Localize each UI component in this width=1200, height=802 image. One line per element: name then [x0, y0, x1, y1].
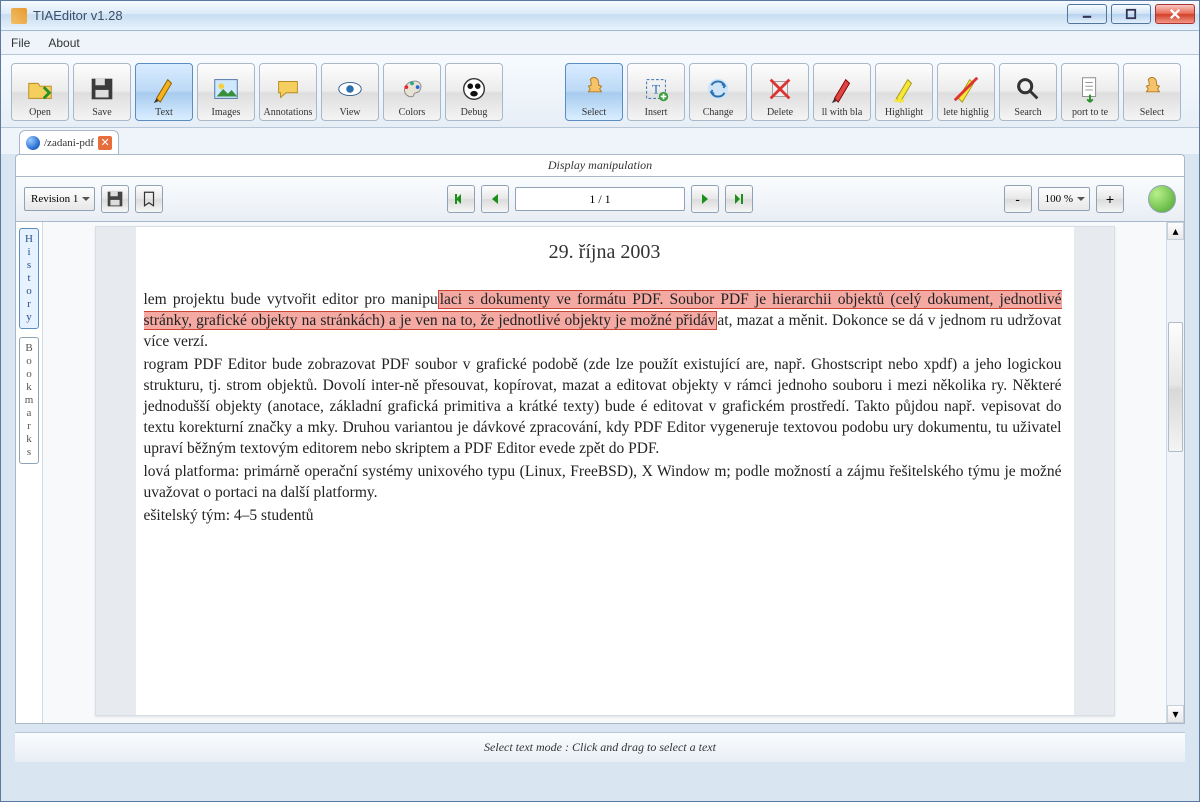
- images-button[interactable]: Images: [197, 63, 255, 121]
- sidebar-tab-bookmarks[interactable]: Bookmarks: [19, 337, 39, 464]
- page-body[interactable]: lem projektu bude vytvořit editor pro ma…: [144, 289, 1062, 528]
- change-button[interactable]: Change: [689, 63, 747, 121]
- toolbar-row: OpenSaveTextImagesAnnotationsViewColorsD…: [1, 55, 1199, 128]
- zoom-combo[interactable]: 100 %: [1038, 187, 1090, 211]
- images-icon: [210, 73, 242, 105]
- first-page-button[interactable]: [447, 185, 475, 213]
- tab-label: /zadani-pdf: [44, 137, 94, 149]
- next-page-button[interactable]: [691, 185, 719, 213]
- help-button[interactable]: [1148, 185, 1176, 213]
- fillwithblank-icon: [826, 73, 858, 105]
- search-icon: [1012, 73, 1044, 105]
- save-icon: [86, 73, 118, 105]
- exporttotext-button[interactable]: port to te: [1061, 63, 1119, 121]
- window-title: TIAEditor v1.28: [33, 8, 123, 23]
- maximize-button[interactable]: [1111, 4, 1151, 24]
- debug-button[interactable]: Debug: [445, 63, 503, 121]
- control-strip: Revision 1 1 / 1 - 100 % +: [15, 176, 1185, 222]
- annotations-icon: [272, 73, 304, 105]
- last-page-button[interactable]: [725, 185, 753, 213]
- status-bar: Select text mode : Click and drag to sel…: [15, 732, 1185, 762]
- select2-icon: [1136, 73, 1168, 105]
- sidebar-tab-history[interactable]: History: [19, 228, 39, 329]
- document-viewport[interactable]: 29. října 2003 lem projektu bude vytvoři…: [42, 222, 1166, 723]
- app-icon: [11, 8, 27, 24]
- scroll-down-button[interactable]: ▾: [1167, 705, 1184, 723]
- debug-icon: [458, 73, 490, 105]
- view-icon: [334, 73, 366, 105]
- text-button[interactable]: Text: [135, 63, 193, 121]
- display-header: Display manipulation: [15, 154, 1185, 176]
- zoom-out-button[interactable]: -: [1004, 185, 1032, 213]
- select2-button[interactable]: Select: [1123, 63, 1181, 121]
- bookmark-button[interactable]: [135, 185, 163, 213]
- delete-button[interactable]: Delete: [751, 63, 809, 121]
- revision-combo[interactable]: Revision 1: [24, 187, 95, 211]
- tab-close-button[interactable]: ✕: [98, 136, 112, 150]
- minimize-button[interactable]: [1067, 4, 1107, 24]
- highlight-icon: [888, 73, 920, 105]
- fillwithblank-button[interactable]: ll with bla: [813, 63, 871, 121]
- highlight-button[interactable]: Highlight: [875, 63, 933, 121]
- delete-icon: [764, 73, 796, 105]
- scroll-thumb[interactable]: [1168, 322, 1183, 452]
- menubar: File About: [1, 31, 1199, 55]
- view-button[interactable]: View: [321, 63, 379, 121]
- colors-icon: [396, 73, 428, 105]
- deletehighlight-button[interactable]: lete highlig: [937, 63, 995, 121]
- menu-about[interactable]: About: [48, 36, 79, 50]
- insert-icon: T: [640, 73, 672, 105]
- save-revision-button[interactable]: [101, 185, 129, 213]
- titlebar: TIAEditor v1.28: [1, 1, 1199, 31]
- search-button[interactable]: Search: [999, 63, 1057, 121]
- change-icon: [702, 73, 734, 105]
- deletehighlight-icon: [950, 73, 982, 105]
- close-button[interactable]: [1155, 4, 1195, 24]
- open-icon: [24, 73, 56, 105]
- select-icon: [578, 73, 610, 105]
- menu-file[interactable]: File: [11, 36, 30, 50]
- page-date: 29. října 2003: [96, 241, 1114, 264]
- pdf-page: 29. října 2003 lem projektu bude vytvoři…: [95, 226, 1115, 716]
- colors-button[interactable]: Colors: [383, 63, 441, 121]
- annotations-button[interactable]: Annotations: [259, 63, 317, 121]
- scroll-up-button[interactable]: ▴: [1167, 222, 1184, 240]
- open-button[interactable]: Open: [11, 63, 69, 121]
- status-text: Select text mode : Click and drag to sel…: [484, 740, 716, 755]
- document-tab[interactable]: /zadani-pdf ✕: [19, 130, 119, 154]
- svg-text:T: T: [652, 82, 660, 97]
- work-area: History Bookmarks 29. října 2003 lem pro…: [15, 222, 1185, 724]
- side-tabs: History Bookmarks: [16, 222, 42, 723]
- select-button[interactable]: Select: [565, 63, 623, 121]
- vertical-scrollbar[interactable]: ▴ ▾: [1166, 222, 1184, 723]
- save-button[interactable]: Save: [73, 63, 131, 121]
- exporttotext-icon: [1074, 73, 1106, 105]
- insert-button[interactable]: TInsert: [627, 63, 685, 121]
- zoom-in-button[interactable]: +: [1096, 185, 1124, 213]
- page-number-field[interactable]: 1 / 1: [515, 187, 685, 211]
- globe-icon: [26, 136, 40, 150]
- tab-strip: /zadani-pdf ✕: [1, 128, 1199, 154]
- prev-page-button[interactable]: [481, 185, 509, 213]
- text-icon: [148, 73, 180, 105]
